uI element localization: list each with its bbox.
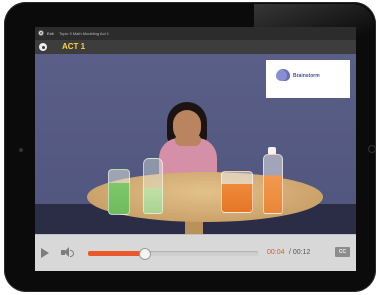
current-time: 00:04 [267, 249, 285, 256]
girl-hands [175, 134, 201, 146]
player-controls: 00:04 / 00:12 CC [35, 234, 356, 271]
lesson-title: Topic 9 Math Modeling Act 1 [59, 31, 110, 36]
green-liquid-bottle [108, 169, 130, 215]
cc-button[interactable]: CC [335, 247, 350, 257]
title-bar: Exit Topic 9 Math Modeling Act 1 [35, 27, 356, 40]
orange-liquid-jug [221, 171, 253, 213]
brain-icon [276, 69, 290, 81]
volume-icon[interactable] [61, 247, 74, 259]
brand-name: Brainstorm [293, 73, 320, 79]
progress-fill [88, 251, 145, 256]
gear-icon[interactable] [39, 43, 47, 51]
progress-handle[interactable] [139, 248, 152, 260]
progress-bar[interactable] [88, 248, 258, 260]
act-title: ACT 1 [62, 42, 86, 51]
player-screen: Exit Topic 9 Math Modeling Act 1 ACT 1 B… [35, 27, 356, 271]
total-time: / 00:12 [289, 249, 311, 256]
act-header: ACT 1 [35, 40, 356, 54]
water-bottle [143, 158, 163, 214]
brand-logo: Brainstorm [266, 60, 350, 98]
play-button[interactable] [41, 248, 49, 258]
camera-icon [19, 148, 23, 152]
exit-icon[interactable] [38, 30, 44, 36]
video-frame[interactable]: Brainstorm [35, 54, 356, 234]
home-button[interactable] [368, 145, 376, 153]
exit-button[interactable]: Exit [47, 31, 54, 36]
orange-liquid-bottle [263, 154, 283, 214]
